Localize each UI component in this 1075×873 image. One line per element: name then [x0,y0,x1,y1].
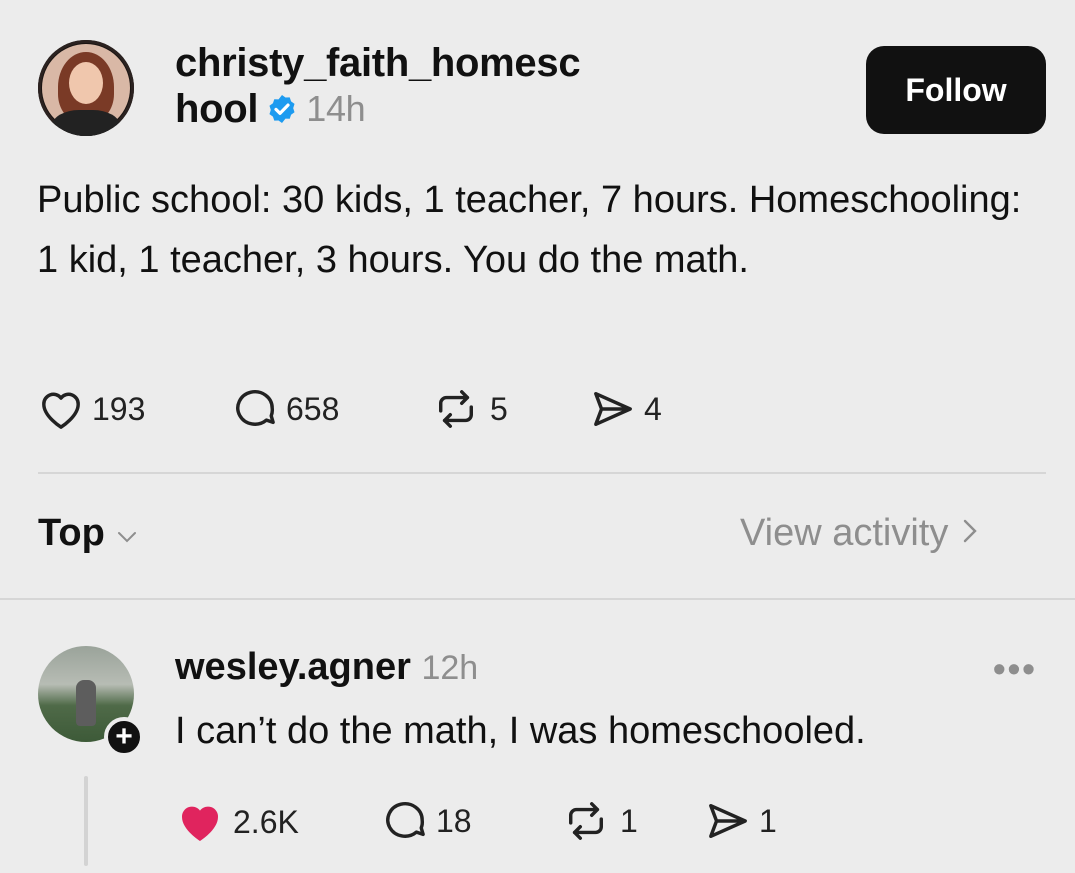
send-icon [705,800,751,842]
chevron-right-icon [962,512,978,555]
heart-icon [38,388,84,430]
view-activity-link[interactable]: View activity [740,512,978,555]
reply-reply-button[interactable]: 18 [382,800,472,842]
post-username-line2: hool [175,87,259,131]
like-count: 193 [92,390,146,427]
reply-text: I can’t do the math, I was homeschooled. [175,710,866,752]
like-button[interactable]: 193 [38,388,145,430]
repost-icon [560,800,612,842]
post-author-username[interactable]: christy_faith_homesc hool 14h [175,40,581,132]
repost-count: 5 [490,390,508,427]
reply-like-count: 2.6K [233,803,299,840]
reply-button[interactable]: 658 [232,388,339,430]
reply-author-username[interactable]: wesley.agner 12h [175,646,478,689]
send-icon [590,388,636,430]
more-horizontal-icon[interactable]: ••• [993,648,1037,690]
post-divider [38,472,1046,474]
reply-share-count: 1 [759,802,777,839]
comment-bubble-icon [382,800,428,842]
post-timestamp: 14h [306,88,366,129]
follow-button[interactable]: Follow [866,46,1046,134]
post-username-line1: christy_faith_homesc [175,41,581,85]
sort-label: Top [38,512,105,554]
heart-icon [175,800,225,844]
reply-repost-button[interactable]: 1 [560,800,638,842]
reply-count: 658 [286,390,340,427]
reply-reply-count: 18 [436,802,472,839]
reply-repost-count: 1 [620,802,638,839]
chevron-down-icon [115,512,139,555]
reply-timestamp: 12h [421,649,479,687]
sort-dropdown[interactable]: Top [38,512,139,555]
reply-share-button[interactable]: 1 [705,800,777,842]
post-author-avatar[interactable] [38,40,134,136]
share-count: 4 [644,390,662,427]
comment-bubble-icon [232,388,278,430]
post-text: Public school: 30 kids, 1 teacher, 7 hou… [37,179,1022,281]
reply-like-button[interactable]: 2.6K [175,800,299,844]
section-divider [0,598,1075,600]
repost-icon [430,388,482,430]
share-button[interactable]: 4 [590,388,662,430]
thread-line [84,776,88,866]
plus-icon[interactable]: + [104,717,144,757]
reply-username: wesley.agner [175,646,411,688]
repost-button[interactable]: 5 [430,388,508,430]
view-activity-label: View activity [740,512,949,554]
verified-badge-icon [266,93,298,125]
